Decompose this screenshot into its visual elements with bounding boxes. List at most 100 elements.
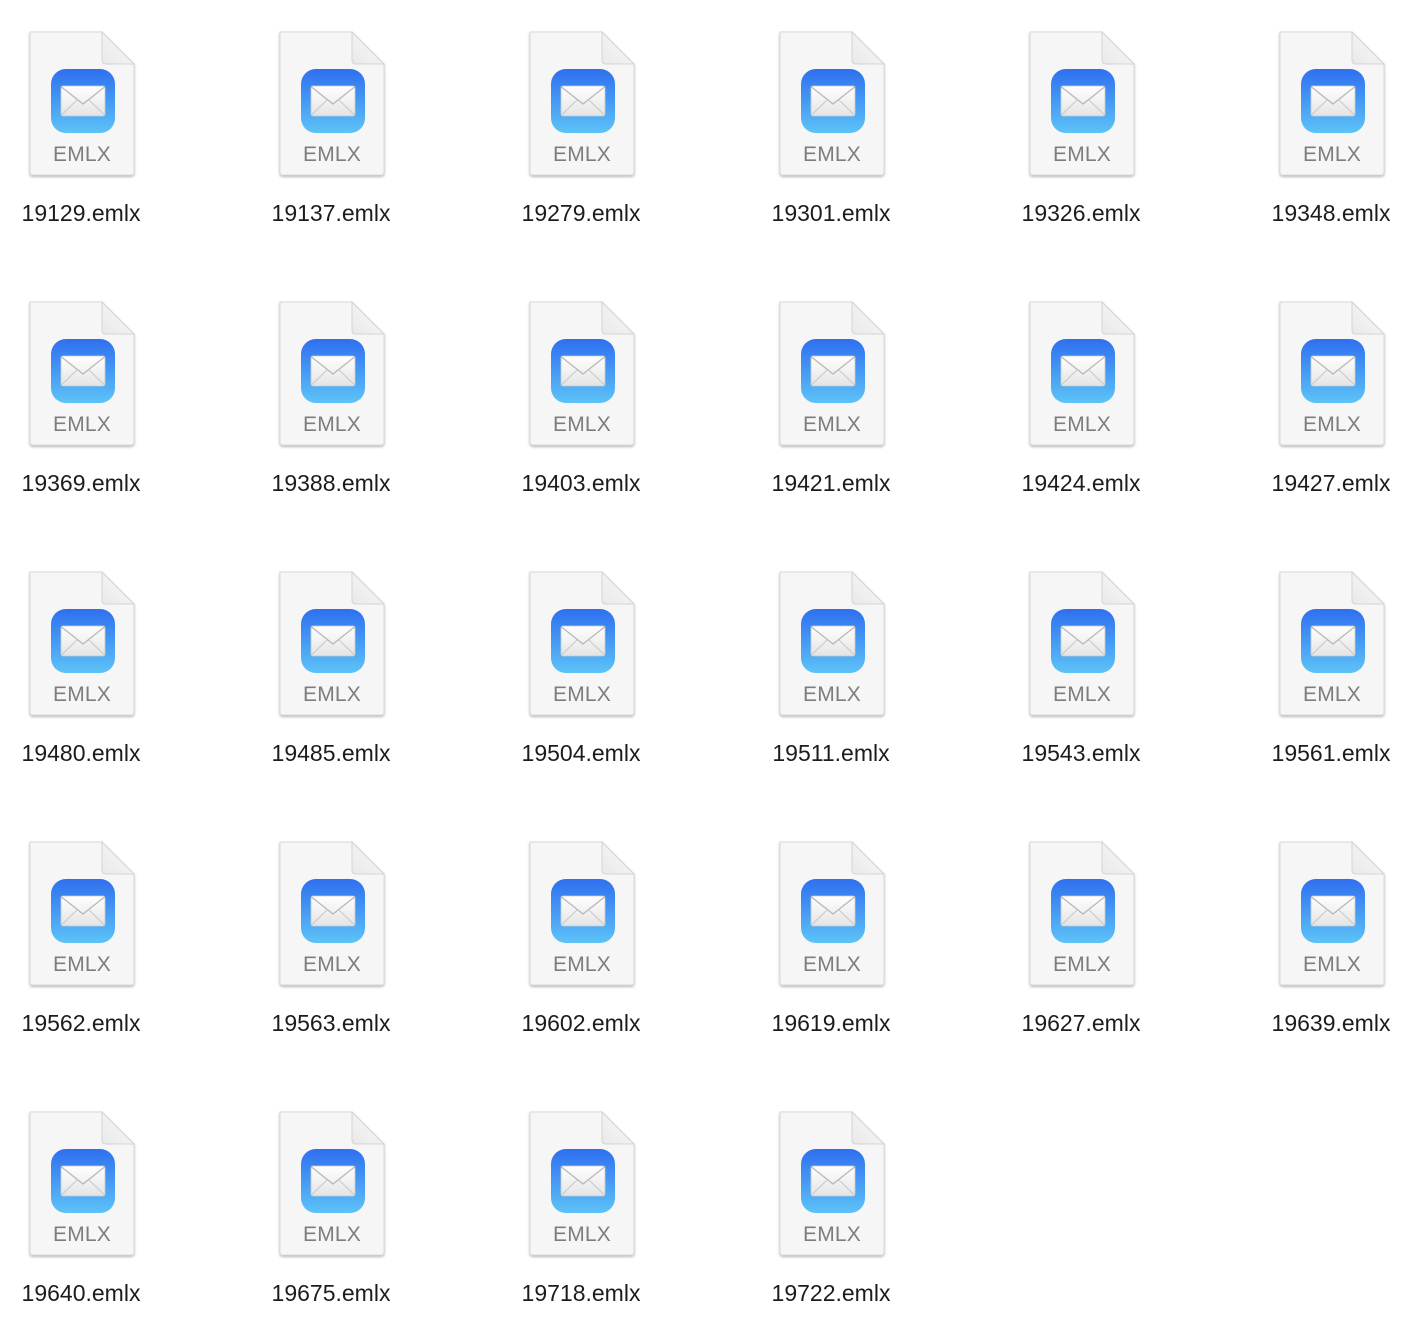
file-name[interactable]: 19348.emlx bbox=[1246, 200, 1416, 227]
file-type-label: EMLX bbox=[803, 683, 861, 706]
file-type-label: EMLX bbox=[553, 683, 611, 706]
file-name[interactable]: 19403.emlx bbox=[496, 470, 666, 497]
file-name[interactable]: 19427.emlx bbox=[1246, 470, 1416, 497]
mail-envelope-icon bbox=[550, 608, 616, 674]
file-type-label: EMLX bbox=[53, 683, 111, 706]
mail-envelope-icon bbox=[300, 1148, 366, 1214]
mail-envelope-icon bbox=[1050, 878, 1116, 944]
file-type-label: EMLX bbox=[53, 143, 111, 166]
file-item[interactable]: EMLX 19427.emlx bbox=[1256, 298, 1406, 518]
file-item[interactable]: EMLX 19563.emlx bbox=[256, 838, 406, 1058]
file-item[interactable]: EMLX 19279.emlx bbox=[506, 28, 656, 248]
file-item[interactable]: EMLX 19388.emlx bbox=[256, 298, 406, 518]
file-type-label: EMLX bbox=[553, 953, 611, 976]
mail-envelope-icon bbox=[300, 68, 366, 134]
file-item[interactable]: EMLX 19480.emlx bbox=[6, 568, 156, 788]
file-type-label: EMLX bbox=[553, 1223, 611, 1246]
file-item[interactable]: EMLX 19640.emlx bbox=[6, 1108, 156, 1328]
file-grid: EMLX 19129.emlx EMLX 19137.emlx EMLX 192… bbox=[0, 0, 1424, 1340]
file-item[interactable]: EMLX 19504.emlx bbox=[506, 568, 656, 788]
file-name[interactable]: 19279.emlx bbox=[496, 200, 666, 227]
file-type-label: EMLX bbox=[1303, 953, 1361, 976]
file-item[interactable]: EMLX 19137.emlx bbox=[256, 28, 406, 248]
mail-envelope-icon bbox=[300, 338, 366, 404]
file-name[interactable]: 19301.emlx bbox=[746, 200, 916, 227]
file-item[interactable]: EMLX 19301.emlx bbox=[756, 28, 906, 248]
file-item[interactable]: EMLX 19639.emlx bbox=[1256, 838, 1406, 1058]
mail-envelope-icon bbox=[1050, 608, 1116, 674]
file-name[interactable]: 19480.emlx bbox=[0, 740, 166, 767]
file-name[interactable]: 19561.emlx bbox=[1246, 740, 1416, 767]
file-name[interactable]: 19718.emlx bbox=[496, 1280, 666, 1307]
mail-envelope-icon bbox=[800, 338, 866, 404]
mail-envelope-icon bbox=[50, 1148, 116, 1214]
mail-envelope-icon bbox=[1300, 338, 1366, 404]
file-item[interactable]: EMLX 19369.emlx bbox=[6, 298, 156, 518]
file-name[interactable]: 19369.emlx bbox=[0, 470, 166, 497]
mail-envelope-icon bbox=[1300, 68, 1366, 134]
file-item[interactable]: EMLX 19326.emlx bbox=[1006, 28, 1156, 248]
file-item[interactable]: EMLX 19511.emlx bbox=[756, 568, 906, 788]
file-item[interactable]: EMLX 19722.emlx bbox=[756, 1108, 906, 1328]
mail-envelope-icon bbox=[550, 878, 616, 944]
mail-envelope-icon bbox=[1050, 338, 1116, 404]
file-name[interactable]: 19137.emlx bbox=[246, 200, 416, 227]
file-item[interactable]: EMLX 19562.emlx bbox=[6, 838, 156, 1058]
file-type-label: EMLX bbox=[1303, 413, 1361, 436]
file-name[interactable]: 19511.emlx bbox=[746, 740, 916, 767]
mail-envelope-icon bbox=[1050, 68, 1116, 134]
file-type-label: EMLX bbox=[303, 953, 361, 976]
mail-envelope-icon bbox=[1300, 878, 1366, 944]
file-type-label: EMLX bbox=[553, 413, 611, 436]
file-type-label: EMLX bbox=[53, 953, 111, 976]
file-name[interactable]: 19129.emlx bbox=[0, 200, 166, 227]
file-item[interactable]: EMLX 19602.emlx bbox=[506, 838, 656, 1058]
file-type-label: EMLX bbox=[303, 1223, 361, 1246]
file-name[interactable]: 19639.emlx bbox=[1246, 1010, 1416, 1037]
mail-envelope-icon bbox=[550, 1148, 616, 1214]
mail-envelope-icon bbox=[550, 68, 616, 134]
mail-envelope-icon bbox=[1300, 608, 1366, 674]
file-type-label: EMLX bbox=[1053, 683, 1111, 706]
file-name[interactable]: 19421.emlx bbox=[746, 470, 916, 497]
file-name[interactable]: 19485.emlx bbox=[246, 740, 416, 767]
file-name[interactable]: 19563.emlx bbox=[246, 1010, 416, 1037]
file-item[interactable]: EMLX 19421.emlx bbox=[756, 298, 906, 518]
file-item[interactable]: EMLX 19403.emlx bbox=[506, 298, 656, 518]
file-name[interactable]: 19619.emlx bbox=[746, 1010, 916, 1037]
file-item[interactable]: EMLX 19485.emlx bbox=[256, 568, 406, 788]
mail-envelope-icon bbox=[800, 1148, 866, 1214]
file-type-label: EMLX bbox=[53, 413, 111, 436]
file-item[interactable]: EMLX 19675.emlx bbox=[256, 1108, 406, 1328]
file-name[interactable]: 19504.emlx bbox=[496, 740, 666, 767]
file-type-label: EMLX bbox=[53, 1223, 111, 1246]
file-item[interactable]: EMLX 19543.emlx bbox=[1006, 568, 1156, 788]
file-name[interactable]: 19424.emlx bbox=[996, 470, 1166, 497]
file-item[interactable]: EMLX 19348.emlx bbox=[1256, 28, 1406, 248]
mail-envelope-icon bbox=[50, 338, 116, 404]
file-type-label: EMLX bbox=[553, 143, 611, 166]
file-name[interactable]: 19562.emlx bbox=[0, 1010, 166, 1037]
mail-envelope-icon bbox=[300, 878, 366, 944]
file-item[interactable]: EMLX 19561.emlx bbox=[1256, 568, 1406, 788]
file-item[interactable]: EMLX 19424.emlx bbox=[1006, 298, 1156, 518]
file-name[interactable]: 19722.emlx bbox=[746, 1280, 916, 1307]
file-type-label: EMLX bbox=[803, 953, 861, 976]
file-item[interactable]: EMLX 19619.emlx bbox=[756, 838, 906, 1058]
file-item[interactable]: EMLX 19627.emlx bbox=[1006, 838, 1156, 1058]
file-name[interactable]: 19675.emlx bbox=[246, 1280, 416, 1307]
file-name[interactable]: 19640.emlx bbox=[0, 1280, 166, 1307]
file-type-label: EMLX bbox=[1303, 143, 1361, 166]
file-name[interactable]: 19388.emlx bbox=[246, 470, 416, 497]
file-item[interactable]: EMLX 19129.emlx bbox=[6, 28, 156, 248]
file-name[interactable]: 19627.emlx bbox=[996, 1010, 1166, 1037]
file-name[interactable]: 19543.emlx bbox=[996, 740, 1166, 767]
mail-envelope-icon bbox=[800, 608, 866, 674]
file-type-label: EMLX bbox=[803, 413, 861, 436]
file-type-label: EMLX bbox=[1303, 683, 1361, 706]
file-name[interactable]: 19602.emlx bbox=[496, 1010, 666, 1037]
mail-envelope-icon bbox=[300, 608, 366, 674]
file-type-label: EMLX bbox=[1053, 143, 1111, 166]
file-name[interactable]: 19326.emlx bbox=[996, 200, 1166, 227]
file-item[interactable]: EMLX 19718.emlx bbox=[506, 1108, 656, 1328]
